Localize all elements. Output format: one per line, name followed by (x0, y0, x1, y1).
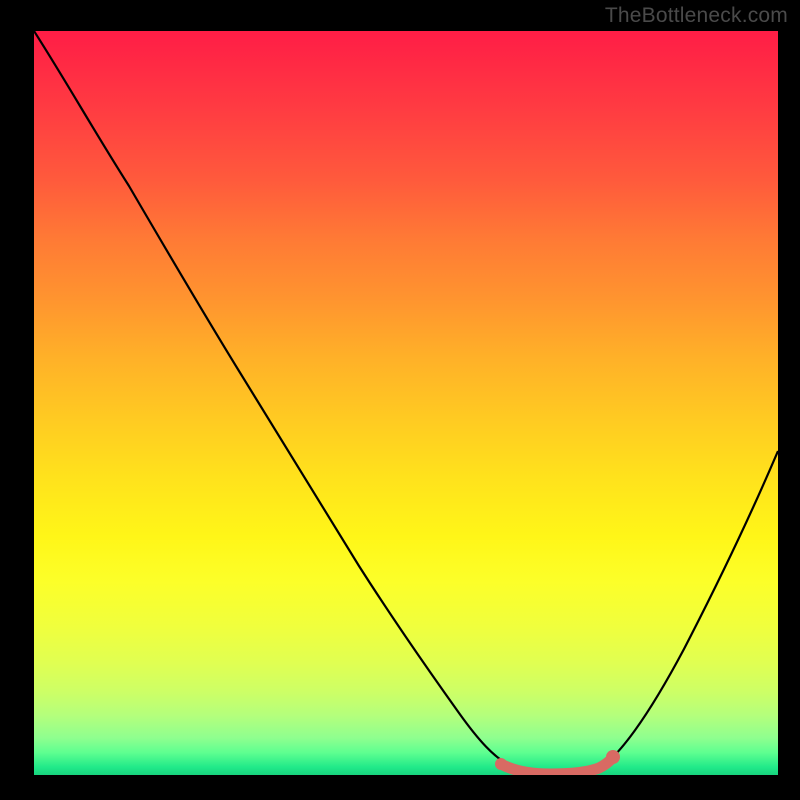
valley-floor-highlight (501, 757, 613, 774)
plot-area (34, 31, 778, 775)
bottleneck-curve-line (34, 31, 778, 774)
valley-start-dot (495, 758, 507, 770)
bottleneck-curve-svg (34, 31, 778, 775)
chart-frame: TheBottleneck.com (0, 0, 800, 800)
valley-end-dot (606, 750, 620, 764)
watermark-text: TheBottleneck.com (605, 4, 788, 28)
